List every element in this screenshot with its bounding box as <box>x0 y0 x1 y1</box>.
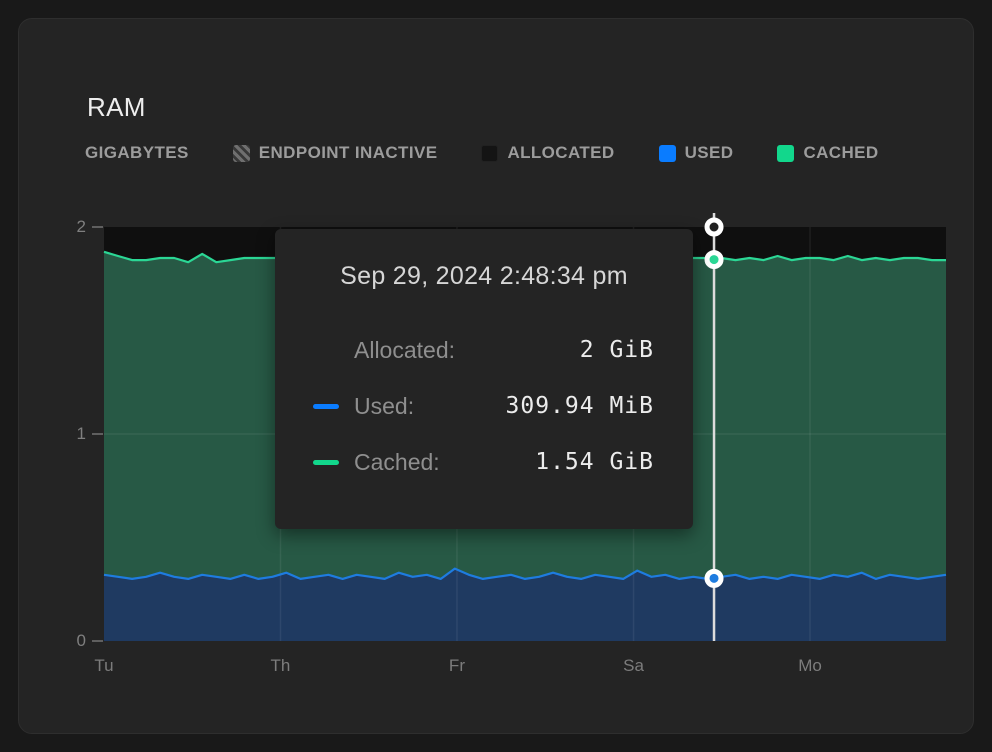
chart-tooltip: Sep 29, 2024 2:48:34 pm Allocated: 2 GiB… <box>275 229 693 529</box>
legend-unit-label: GIGABYTES <box>85 143 189 163</box>
tooltip-row-used: Used: 309.94 MiB <box>275 390 693 422</box>
legend-item-label: ALLOCATED <box>507 143 614 163</box>
allocated-swatch-icon <box>481 145 498 162</box>
y-tick-label: 1 <box>56 425 86 443</box>
y-tick-mark <box>92 433 103 435</box>
x-tick-label: Th <box>271 656 291 676</box>
tooltip-row-cached: Cached: 1.54 GiB <box>275 446 693 478</box>
y-tick-label: 0 <box>56 632 86 650</box>
tooltip-row-label: Used: <box>354 393 414 420</box>
legend-item-allocated[interactable]: ALLOCATED <box>481 143 614 163</box>
tooltip-row-label: Allocated: <box>354 337 455 364</box>
x-tick-label: Sa <box>623 656 644 676</box>
cached-marker-dash-icon <box>313 460 339 465</box>
tooltip-row-label: Cached: <box>354 449 440 476</box>
used-swatch-icon <box>659 145 676 162</box>
cached-point-marker <box>707 253 721 267</box>
allocated-point-marker <box>707 220 721 234</box>
legend-item-label: CACHED <box>803 143 878 163</box>
card-title: RAM <box>87 91 146 123</box>
x-tick-label: Mo <box>798 656 822 676</box>
legend-item-used[interactable]: USED <box>659 143 734 163</box>
tooltip-row-value: 1.54 GiB <box>535 449 654 475</box>
legend-item-endpoint-inactive[interactable]: ENDPOINT INACTIVE <box>233 143 438 163</box>
legend-item-cached[interactable]: CACHED <box>777 143 878 163</box>
x-tick-label: Tu <box>94 656 113 676</box>
y-tick-mark <box>92 226 103 228</box>
legend-item-label: USED <box>685 143 734 163</box>
ram-metrics-card: RAM GIGABYTES ENDPOINT INACTIVE ALLOCATE… <box>18 18 974 734</box>
tooltip-timestamp: Sep 29, 2024 2:48:34 pm <box>275 262 693 291</box>
x-axis: TuThFrSaMo <box>104 656 946 678</box>
chart-legend: GIGABYTES ENDPOINT INACTIVE ALLOCATED US… <box>85 141 879 165</box>
allocated-marker-dash <box>313 348 339 353</box>
hatched-swatch-icon <box>233 145 250 162</box>
cached-swatch-icon <box>777 145 794 162</box>
y-tick-label: 2 <box>56 218 86 236</box>
tooltip-row-value: 309.94 MiB <box>506 393 654 419</box>
tooltip-row-allocated: Allocated: 2 GiB <box>275 334 693 366</box>
used-point-marker <box>707 571 721 585</box>
used-marker-dash-icon <box>313 404 339 409</box>
tooltip-row-value: 2 GiB <box>580 337 654 363</box>
legend-item-label: ENDPOINT INACTIVE <box>259 143 438 163</box>
y-tick-mark <box>92 640 103 642</box>
x-tick-label: Fr <box>449 656 465 676</box>
